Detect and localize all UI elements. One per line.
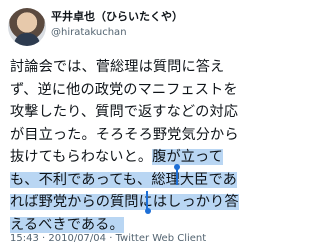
tweet-client[interactable]: Twitter Web Client: [116, 233, 207, 244]
display-name[interactable]: 平井卓也（ひらいたくや）: [51, 10, 183, 24]
tweet-line: れば野党からの質問にはしっかり答: [10, 191, 239, 214]
tweet-line: 抜けてもらわないと。腹が立って: [10, 146, 236, 169]
selected-text: えるべきである。: [10, 216, 124, 233]
tweet-line: も、不利であっても、総理大臣であ: [10, 169, 237, 192]
selection-start-handle[interactable]: [174, 164, 180, 170]
tweet-text-unselected: 抜けてもらわないと。: [10, 149, 153, 165]
avatar[interactable]: [8, 8, 46, 46]
tweet-meta: 15:43 · 2010/07/04 · Twitter Web Client: [10, 232, 206, 245]
selected-text: れば野党からの質問にはしっかり答: [10, 194, 239, 210]
selected-text: 腹が立って: [152, 149, 223, 165]
tweet-text: 討論会では、菅総理は質問に答え ず、逆に他の政党のマニフェストを 攻撃したり、質…: [10, 56, 239, 236]
tweet-line: 攻撃したり、質問で返すなどの対応: [10, 104, 239, 120]
avatar-shoulders: [14, 33, 40, 46]
selected-text: も、不利であっても、総理大臣であ: [10, 171, 237, 188]
selection-end-handle[interactable]: [145, 208, 151, 214]
user-handle[interactable]: @hiratakuchan: [51, 26, 183, 39]
user-info: 平井卓也（ひらいたくや） @hiratakuchan: [51, 10, 183, 39]
tweet-line: が目立った。そろそろ野党気分から: [10, 126, 239, 143]
tweet-time[interactable]: 15:43: [10, 233, 39, 244]
tweet-line: ず、逆に他の政党のマニフェストを: [10, 81, 238, 98]
tweet-line: 討論会では、菅総理は質問に答え: [10, 59, 225, 75]
tweet-date[interactable]: 2010/07/04: [48, 233, 106, 244]
